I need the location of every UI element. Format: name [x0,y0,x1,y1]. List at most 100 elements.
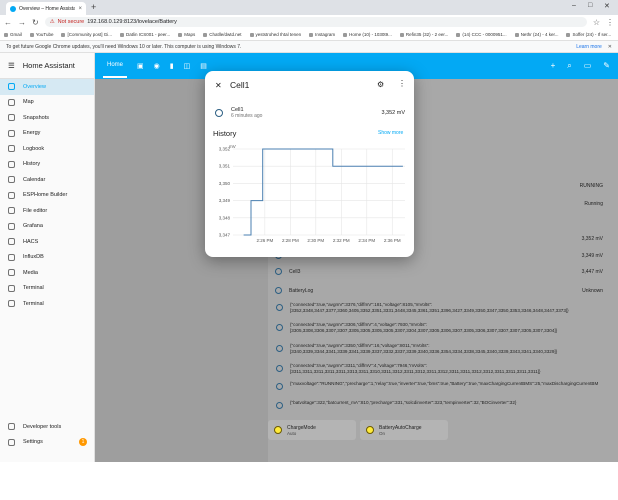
json-state-text: {"maxvoltage":"RUNNING","precharge":1,"r… [290,381,599,386]
edit-icon[interactable]: ✎ [603,61,610,71]
sidebar-item-energy[interactable]: Energy [0,126,94,142]
sidebar-item-esphome-builder[interactable]: ESPHome Builder [0,188,94,204]
more-vert-icon[interactable]: ⋮ [398,79,406,88]
maximize-icon[interactable]: □ [588,2,592,9]
json-state-text: {"batvoltage":322,"batcurrent_mA":810,"p… [290,400,517,405]
new-tab-icon[interactable]: + [91,2,96,12]
eye-icon [275,268,282,275]
sidebar-item-terminal[interactable]: Terminal [0,281,94,297]
sidebar-item-label: HACS [23,238,39,245]
eye-icon [215,109,223,117]
topbar-actions: + ⌕ ▭ ✎ [551,61,610,71]
map-icon [8,98,15,106]
sidebar-item-influxdb[interactable]: InfluxDB [0,250,94,266]
reload-icon[interactable]: ↻ [32,18,39,27]
y-tick-label: 3,349 [219,198,231,203]
assist-icon[interactable]: ▭ [584,61,592,71]
close-info-bar-icon[interactable]: ✕ [608,44,612,50]
forward-icon[interactable]: → [18,18,26,27]
sidebar-item-hacs[interactable]: HACS [0,234,94,250]
history-title: History [213,129,237,138]
add-icon[interactable]: + [551,61,556,71]
tile-card[interactable]: BatteryAutoCharge On [360,420,448,440]
history-icon [8,160,15,168]
logbook-icon [8,145,15,153]
influxdb-icon [8,253,15,261]
back-icon[interactable]: ← [4,18,12,27]
bookmark-item[interactable]: (14) CCC - 0000951... [456,32,506,37]
tile-card[interactable]: ChargeMode Auto [268,420,356,440]
eye-icon [275,287,282,294]
sidebar-item-calendar[interactable]: Calendar [0,172,94,188]
bookmark-item[interactable]: yeststrohed Ihtal tenen [250,32,302,37]
learn-more-link[interactable]: Learn more [576,44,602,50]
x-tick-label: 2:32 PM [333,238,350,243]
update-info-text: To get future Google Chrome updates, you… [6,43,242,50]
entity-value: RUNNING [579,182,603,189]
x-tick-label: 2:28 PM [282,238,299,243]
sidebar-item-label: Grafana [23,223,43,230]
sidebar-item-media[interactable]: Media [0,265,94,281]
dialog-title: Cell1 [230,80,250,90]
sidebar-item-developer-tools[interactable]: Developer tools [0,419,95,435]
bookmark-item[interactable]: Home (10) - 1030t9... [343,32,392,37]
series-line [243,148,403,236]
menu-icon[interactable]: ☰ [8,61,15,70]
view-tab-1-icon[interactable]: ▣ [137,62,144,70]
tab-home[interactable]: Home [103,54,128,78]
bookmark-item[interactable]: Instagram [309,32,335,37]
view-tab-2-icon[interactable]: ◉ [154,62,160,70]
last-changed: 6 minutes ago [231,113,263,119]
minimize-icon[interactable]: – [572,2,576,9]
sidebar-item-file-editor[interactable]: File editor [0,203,94,219]
sidebar-item-snapshots[interactable]: Snapshots [0,110,94,126]
tile-card-state: Auto [287,430,297,436]
address-bar[interactable]: ⚠ Not secure 192.168.0.129:8123/lovelace… [44,17,587,27]
close-tab-icon[interactable]: × [78,6,82,12]
view-tab-5-icon[interactable]: ▤ [200,62,207,70]
eye-icon [276,383,283,390]
address-bar-row: ← → ↻ ⚠ Not secure 192.168.0.129:8123/lo… [0,15,618,29]
show-more-link[interactable]: Show more [378,130,403,136]
sidebar-item-map[interactable]: Map [0,95,94,111]
search-icon[interactable]: ⌕ [567,61,571,71]
sidebar-item-logbook[interactable]: Logbook [0,141,94,157]
y-tick-label: 3,352 [219,147,231,152]
sidebar-item-history[interactable]: History [0,157,94,173]
battery-tab-icon[interactable]: ▮ [170,62,174,70]
bookmark-item[interactable]: [Community post] Gi... [61,32,112,37]
bookmark-item[interactable]: Nethr (24) - 4 ker... [515,32,559,37]
bookmarks-bar: Gmail YouTube [Community post] Gi... Datlin… [0,29,618,41]
bookmark-item[interactable]: Maps [178,32,195,37]
bookmark-item[interactable]: Datlin ICS001 - peer... [120,32,170,37]
bookmark-item[interactable]: Refin35 (32) - 2 eer... [400,32,449,37]
sidebar-item-overview[interactable]: Overview [0,79,94,95]
y-tick-label: 3,348 [219,215,231,220]
close-window-icon[interactable]: ✕ [604,2,610,10]
browser-tab[interactable]: Overview – Home Assistant × [6,2,86,15]
sidebar-item-settings[interactable]: Settings 1 [0,435,95,451]
sidebar-item-label: Calendar [23,176,46,183]
view-tab-4-icon[interactable]: ◫ [184,62,191,70]
url-text[interactable]: 192.168.0.129:8123/lovelace/Battery [87,19,177,25]
home-assistant-favicon-icon [10,5,16,12]
bookmark-item[interactable]: Gmail [4,32,22,37]
sidebar-item-label: Media [23,269,38,276]
calendar-icon [8,176,15,184]
history-chart[interactable]: mV 3,347 3,348 3,349 3,350 3,351 3,352 2:26 PM 2… [209,143,411,243]
sidebar-item-grafana[interactable]: Grafana [0,219,94,235]
bookmark-item[interactable]: Chatlle/dwtd.net [203,32,241,37]
star-icon[interactable]: ☆ [593,18,600,27]
update-info-bar: To get future Google Chrome updates, you… [0,41,618,53]
entity-row[interactable]: Cell3 3,447 mV [275,268,615,275]
tile-card-name: ChargeMode [287,424,316,431]
bookmark-item[interactable]: Soffer (24) - If ser... [566,32,611,37]
gear-icon[interactable]: ⚙ [377,80,384,89]
browser-menu-icon[interactable]: ⋮ [606,18,614,27]
bookmark-item[interactable]: YouTube [30,32,54,37]
tile-card-state: On [379,430,386,436]
close-dialog-icon[interactable]: ✕ [215,81,222,90]
entity-row[interactable]: BatteryLog Unknown [275,287,615,294]
sidebar-item-terminal[interactable]: Terminal [0,296,94,312]
settings-badge: 1 [79,438,87,447]
